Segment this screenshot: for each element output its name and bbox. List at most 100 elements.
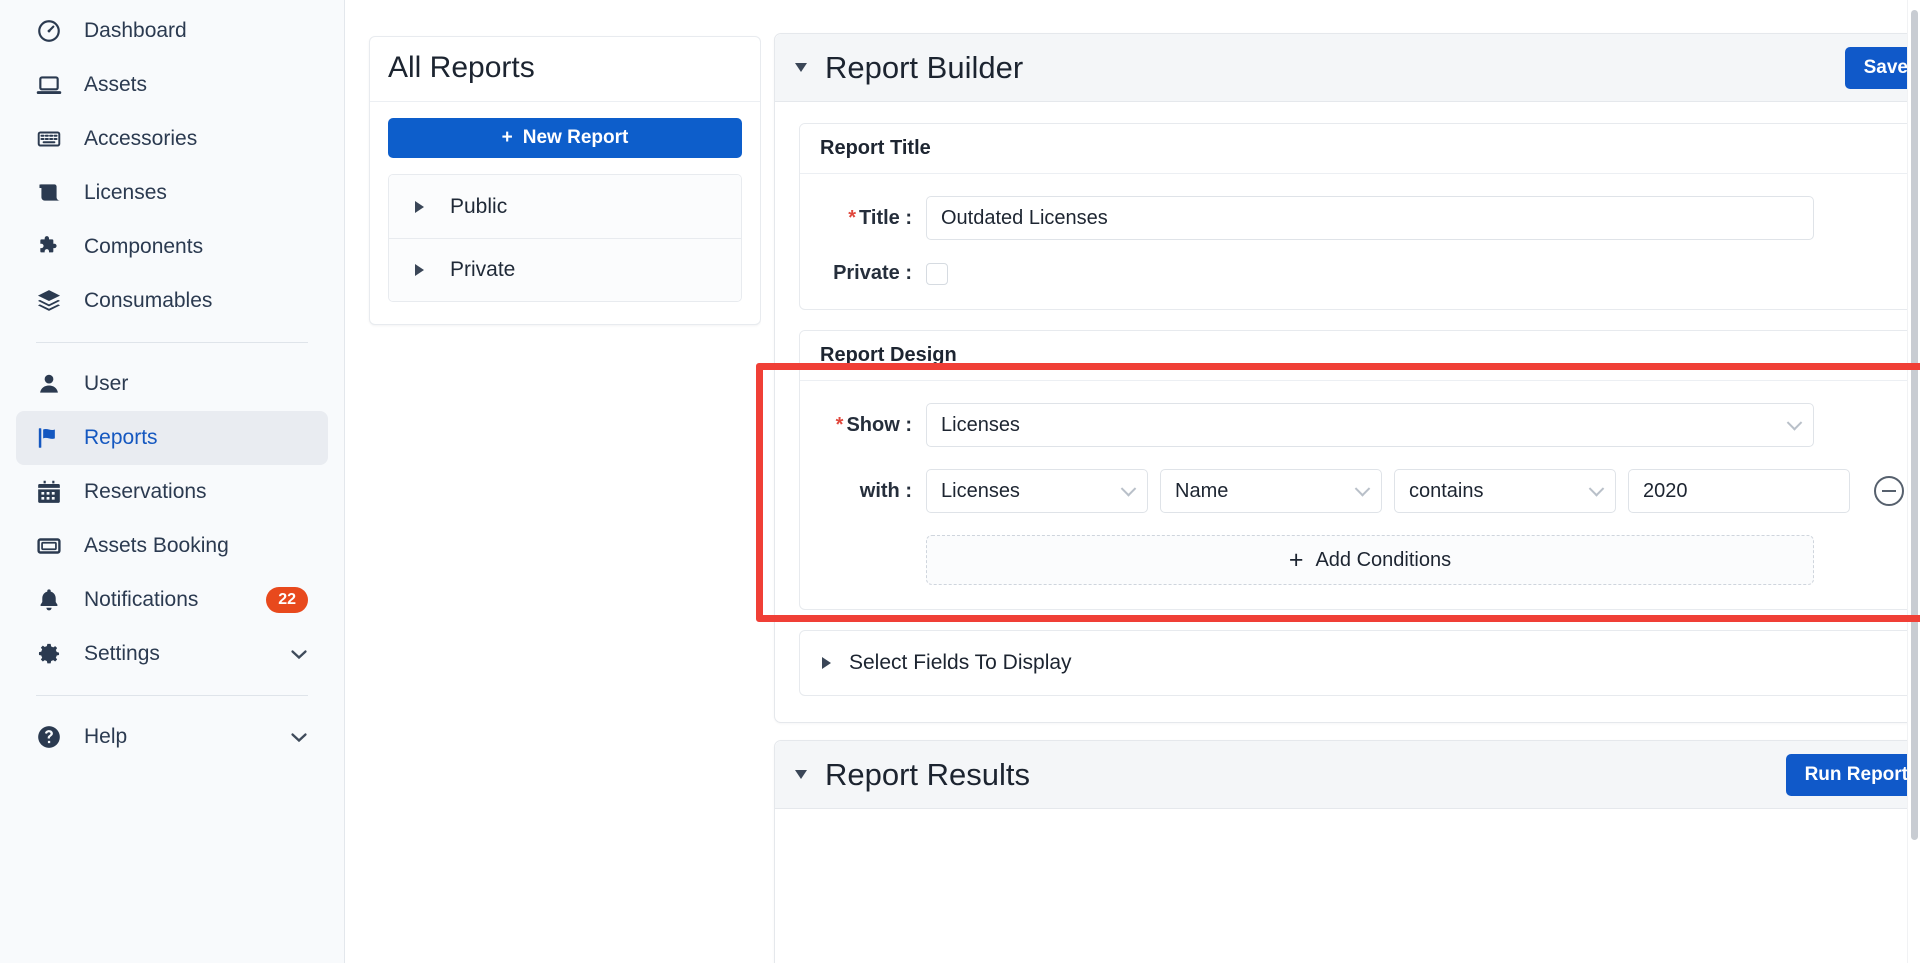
sidebar-item-label: Accessories xyxy=(84,127,198,150)
title-label: * Title : xyxy=(820,207,912,230)
report-builder-column: Report Builder Save Report Title * Title … xyxy=(756,0,1920,963)
select-fields-header[interactable]: Select Fields To Display xyxy=(800,631,1920,695)
all-reports-body: + New Report Public Private xyxy=(370,102,760,324)
sidebar: Dashboard Assets Accessories Licenses Co… xyxy=(0,0,345,963)
report-builder-body: Report Title * Title : Outdated Licenses … xyxy=(775,102,1920,722)
sidebar-divider-bottom xyxy=(36,695,308,696)
required-marker: * xyxy=(835,413,844,436)
condition-operator-select[interactable]: contains xyxy=(1394,469,1616,513)
condition-field-value: Name xyxy=(1175,479,1229,502)
chevron-down-icon xyxy=(1588,481,1605,497)
report-design-section: Report Design * Show : Licenses with: L… xyxy=(799,330,1920,610)
chevron-right-icon xyxy=(415,200,424,213)
sidebar-item-label: Components xyxy=(84,235,204,258)
sidebar-item-notifications[interactable]: Notifications 22 xyxy=(16,573,328,627)
condition-source-value: Licenses xyxy=(941,479,1020,502)
chevron-right-icon xyxy=(415,264,424,276)
sidebar-item-assets[interactable]: Assets xyxy=(16,58,328,112)
gear-icon xyxy=(36,641,70,667)
sidebar-item-user[interactable]: User xyxy=(16,357,328,411)
condition-operator-value: contains xyxy=(1409,479,1484,502)
title-label-text: Title : xyxy=(859,206,912,229)
private-label: Private : xyxy=(833,262,912,284)
sidebar-item-reservations[interactable]: Reservations xyxy=(16,465,328,519)
report-results-panel: Report Results Run Report xyxy=(774,740,1920,963)
page-scrollbar-thumb[interactable] xyxy=(1911,10,1918,840)
sidebar-item-reports[interactable]: Reports xyxy=(16,411,328,465)
title-input[interactable]: Outdated Licenses xyxy=(926,196,1814,240)
sidebar-item-label: Dashboard xyxy=(84,19,187,42)
reports-tree-item-private[interactable]: Private xyxy=(389,238,741,301)
show-label-text: Show : xyxy=(846,413,912,436)
sidebar-item-accessories[interactable]: Accessories xyxy=(16,112,328,166)
chevron-down-icon xyxy=(1786,415,1803,431)
page-scrollbar[interactable] xyxy=(1907,0,1920,963)
condition-row: Licenses Name contains 2020 xyxy=(926,469,1904,513)
sidebar-item-consumables[interactable]: Consumables xyxy=(16,274,328,328)
sidebar-item-label: Reports xyxy=(84,426,158,449)
select-fields-section[interactable]: Select Fields To Display xyxy=(799,630,1920,696)
sidebar-item-label: Assets xyxy=(84,73,148,96)
report-results-header: Report Results Run Report xyxy=(775,741,1920,809)
report-results-body xyxy=(775,809,1920,963)
report-design-heading: Report Design xyxy=(800,331,1920,381)
layers-icon xyxy=(36,288,70,314)
sidebar-item-components[interactable]: Components xyxy=(16,220,328,274)
reports-list-column: All Reports + New Report Public Private xyxy=(345,0,761,963)
report-builder-header: Report Builder Save xyxy=(775,34,1920,102)
user-icon xyxy=(36,371,70,397)
sidebar-item-label: Notifications xyxy=(84,588,199,611)
chevron-right-icon xyxy=(822,657,831,669)
sidebar-item-help[interactable]: Help xyxy=(16,710,328,764)
all-reports-card: All Reports + New Report Public Private xyxy=(369,36,761,325)
sidebar-item-assets-booking[interactable]: Assets Booking xyxy=(16,519,328,573)
sidebar-item-licenses[interactable]: Licenses xyxy=(16,166,328,220)
sidebar-item-label: Help xyxy=(84,725,128,748)
ticket-icon xyxy=(36,533,70,559)
flag-icon xyxy=(36,425,70,451)
laptop-icon xyxy=(36,72,70,98)
condition-field-select[interactable]: Name xyxy=(1160,469,1382,513)
tree-item-label: Private xyxy=(450,258,516,281)
new-report-button[interactable]: + New Report xyxy=(388,118,742,158)
show-select[interactable]: Licenses xyxy=(926,403,1814,447)
with-label: with : xyxy=(859,479,912,502)
sidebar-item-label: Consumables xyxy=(84,289,213,312)
show-select-value: Licenses xyxy=(941,413,1020,436)
new-report-label: New Report xyxy=(522,127,629,148)
calendar-icon xyxy=(36,479,70,505)
bell-icon xyxy=(36,587,70,613)
sidebar-item-label: Assets Booking xyxy=(84,534,229,557)
plus-icon: + xyxy=(501,127,513,148)
chevron-down-icon[interactable] xyxy=(290,648,308,660)
remove-condition-icon[interactable] xyxy=(1874,476,1904,506)
license-scroll-icon xyxy=(36,180,70,206)
private-checkbox[interactable] xyxy=(926,262,948,285)
sidebar-item-settings[interactable]: Settings xyxy=(16,627,328,681)
report-builder-panel: Report Builder Save Report Title * Title … xyxy=(774,33,1920,723)
sidebar-item-label: User xyxy=(84,372,129,395)
report-title-heading: Report Title xyxy=(800,124,1920,174)
collapse-toggle-icon[interactable] xyxy=(795,63,807,72)
add-conditions-button[interactable]: + Add Conditions xyxy=(926,535,1814,585)
with-field-row: with : Licenses Name contains 2020 xyxy=(820,469,1904,513)
gauge-icon xyxy=(36,18,70,44)
run-report-button[interactable]: Run Report xyxy=(1785,753,1920,796)
sidebar-item-label: Reservations xyxy=(84,480,207,503)
sidebar-item-dashboard[interactable]: Dashboard xyxy=(16,4,328,58)
required-marker: * xyxy=(848,206,857,229)
report-design-body: * Show : Licenses with : Licenses Name c… xyxy=(800,381,1920,609)
chevron-down-icon[interactable] xyxy=(290,731,308,743)
reports-tree-item-public[interactable]: Public xyxy=(389,175,741,238)
chevron-down-icon xyxy=(1120,481,1137,497)
condition-value-input[interactable]: 2020 xyxy=(1628,469,1850,513)
condition-source-select[interactable]: Licenses xyxy=(926,469,1148,513)
sidebar-item-label: Settings xyxy=(84,642,160,665)
chevron-down-icon xyxy=(1354,481,1371,497)
add-conditions-label: Add Conditions xyxy=(1315,548,1452,571)
collapse-toggle-icon[interactable] xyxy=(795,770,807,779)
title-field-row: * Title : Outdated Licenses xyxy=(820,196,1904,240)
sidebar-divider-top xyxy=(36,342,308,343)
report-title-body: * Title : Outdated Licenses Private : xyxy=(800,174,1920,309)
select-fields-label: Select Fields To Display xyxy=(849,651,1072,674)
